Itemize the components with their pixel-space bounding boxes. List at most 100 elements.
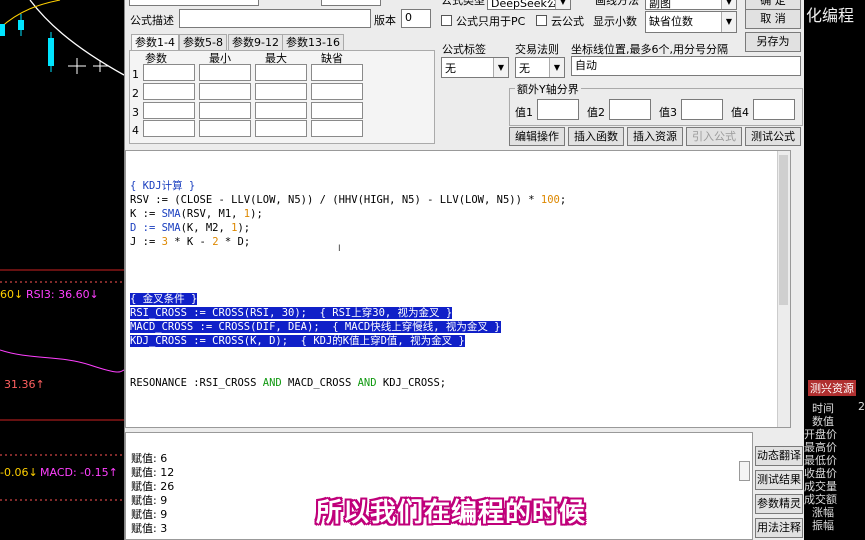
y-value-2-input[interactable] — [609, 99, 651, 120]
formula-name-field[interactable] — [129, 0, 259, 6]
cancel-button[interactable]: 取 消 — [745, 9, 801, 29]
trade-rule-select[interactable]: 无 ▼ — [515, 57, 565, 78]
param-cell-input[interactable] — [143, 83, 195, 100]
axis-position-input[interactable]: 自动 — [571, 56, 801, 76]
param-cell-input[interactable] — [255, 64, 307, 81]
param-row-number: 3 — [132, 106, 139, 119]
axis-position-label: 坐标线位置,最多6个,用分号分隔 — [571, 43, 728, 56]
scroll-thumb[interactable] — [779, 155, 788, 305]
chevron-down-icon: ▼ — [493, 58, 508, 77]
formula-editor-dialog: 公式类型 DeepSeek公式 ▼ 画线方法 副图 ▼ 确 定 公式描述 版本 … — [124, 0, 805, 540]
formula-tag-value: 无 — [445, 62, 456, 75]
y-value-2-label: 值2 — [587, 106, 605, 119]
save-as-button[interactable]: 另存为 — [745, 32, 801, 52]
chevron-down-icon: ▼ — [555, 0, 570, 9]
draw-method-label: 画线方法 — [595, 0, 639, 7]
param-cell-input[interactable] — [199, 83, 251, 100]
cloud-formula-label: 云公式 — [551, 15, 584, 28]
param-cell-input[interactable] — [199, 120, 251, 137]
dynamic-translate-button[interactable]: 动态翻译 — [755, 446, 803, 466]
y-value-4-input[interactable] — [753, 99, 795, 120]
cloud-formula-checkbox[interactable] — [536, 15, 547, 26]
only-pc-label: 公式只用于PC — [456, 15, 526, 28]
draw-method-value: 副图 — [649, 0, 671, 10]
tab-params-1-4[interactable]: 参数1-4 — [131, 34, 179, 51]
param-cell-input[interactable] — [199, 102, 251, 119]
code-line: K := SMA(RSV, M1, 1); — [130, 208, 263, 220]
extra-y-axis-label: 额外Y轴分界 — [515, 81, 581, 97]
video-subtitle: 所以我们在编程的时候 — [316, 498, 587, 528]
info-item: 振幅 — [812, 519, 834, 532]
import-formula-button[interactable]: 引入公式 — [686, 127, 742, 146]
draw-method-select[interactable]: 副图 ▼ — [645, 0, 737, 10]
tab-params-9-12[interactable]: 参数9-12 — [228, 34, 283, 51]
right-info-panel: 化编程 测兴资源 时间 2 数值 开盘价 最高价 最低价 收盘价 成交量 成交额… — [804, 0, 865, 540]
insert-resource-button[interactable]: 插入资源 — [627, 127, 683, 146]
param-cell-input[interactable] — [311, 120, 363, 137]
version-label: 版本 — [374, 14, 396, 27]
tab-params-5-8[interactable]: 参数5-8 — [179, 34, 227, 51]
usage-notes-button[interactable]: 用法注释 — [755, 518, 803, 538]
param-row-number: 4 — [132, 124, 139, 137]
chevron-down-icon: ▼ — [721, 0, 736, 9]
y-value-3-input[interactable] — [681, 99, 723, 120]
formula-desc-input[interactable] — [179, 9, 371, 28]
output-line: 赋值: 3 — [131, 522, 168, 535]
param-cell-input[interactable] — [311, 102, 363, 119]
param-row-number: 2 — [132, 87, 139, 100]
code-line: D := SMA(K, M2, 1); — [130, 222, 251, 234]
output-scrollbar[interactable] — [739, 461, 750, 481]
code-line: RSV := (CLOSE - LLV(LOW, N5)) / (HHV(HIG… — [130, 194, 567, 206]
chevron-down-icon: ▼ — [549, 58, 564, 77]
code-line: { 金叉条件 } — [130, 293, 198, 305]
formula-tag-select[interactable]: 无 ▼ — [441, 57, 509, 78]
editor-scrollbar[interactable] — [777, 151, 790, 427]
y-value-1-label: 值1 — [515, 106, 533, 119]
formula-type-label: 公式类型 — [441, 0, 485, 7]
param-cell-input[interactable] — [143, 64, 195, 81]
code-editor[interactable]: { KDJ计算 } RSV := (CLOSE - LLV(LOW, N5)) … — [125, 150, 791, 428]
param-cell-input[interactable] — [199, 64, 251, 81]
tab-params-13-16[interactable]: 参数13-16 — [282, 34, 344, 51]
insert-function-button[interactable]: 插入函数 — [568, 127, 624, 146]
version-input[interactable]: 0 — [401, 9, 431, 28]
param-wizard-button[interactable]: 参数精灵 — [755, 494, 803, 514]
test-result-button[interactable]: 测试结果 — [755, 470, 803, 490]
code-line: RSI_CROSS := CROSS(RSI, 30); { RSI上穿30, … — [130, 307, 453, 319]
edit-operation-button[interactable]: 编辑操作 — [509, 127, 565, 146]
param-cell-input[interactable] — [255, 83, 307, 100]
param-cell-input[interactable] — [143, 120, 195, 137]
code-line: KDJ_CROSS := CROSS(K, D); { KDJ的K值上穿D值, … — [130, 335, 465, 347]
param-cell-input[interactable] — [255, 120, 307, 137]
mid-value: 31.36↑ — [4, 378, 45, 391]
decimals-select[interactable]: 缺省位数 ▼ — [645, 11, 737, 33]
param-cell-input[interactable] — [311, 83, 363, 100]
y-value-4-label: 值4 — [731, 106, 749, 119]
decimals-value: 缺省位数 — [649, 15, 693, 28]
only-pc-checkbox[interactable] — [441, 15, 452, 26]
macd-left-value: -0.06↓ — [0, 466, 38, 479]
chevron-down-icon: ▼ — [721, 12, 736, 32]
text-cursor-icon: I — [338, 244, 341, 254]
code-line: J := 3 * K - 2 * D; — [130, 236, 251, 248]
info-number: 2 — [858, 400, 865, 413]
formula-name-field-2[interactable] — [321, 0, 381, 6]
brand-watermark: 化编程 — [806, 6, 855, 25]
test-formula-button[interactable]: 测试公式 — [745, 127, 801, 146]
resource-label: 测兴资源 — [808, 380, 856, 396]
code-line: MACD_CROSS := CROSS(DIF, DEA); { MACD快线上… — [130, 321, 501, 333]
param-cell-input[interactable] — [143, 102, 195, 119]
decimals-label: 显示小数 — [593, 15, 637, 28]
formula-desc-label: 公式描述 — [130, 14, 174, 27]
trade-rule-value: 无 — [519, 62, 530, 75]
y-value-1-input[interactable] — [537, 99, 579, 120]
formula-type-select[interactable]: DeepSeek公式 ▼ — [487, 0, 571, 10]
macd-label: MACD: -0.15↑ — [40, 466, 118, 479]
param-cell-input[interactable] — [311, 64, 363, 81]
rsi-label: RSI3: 36.60↓ — [26, 288, 99, 301]
code-line: RESONANCE :RSI_CROSS AND MACD_CROSS AND … — [130, 377, 447, 389]
trade-rule-label: 交易法则 — [515, 43, 559, 56]
code-line: { KDJ计算 } — [130, 180, 196, 192]
param-cell-input[interactable] — [255, 102, 307, 119]
y-value-3-label: 值3 — [659, 106, 677, 119]
